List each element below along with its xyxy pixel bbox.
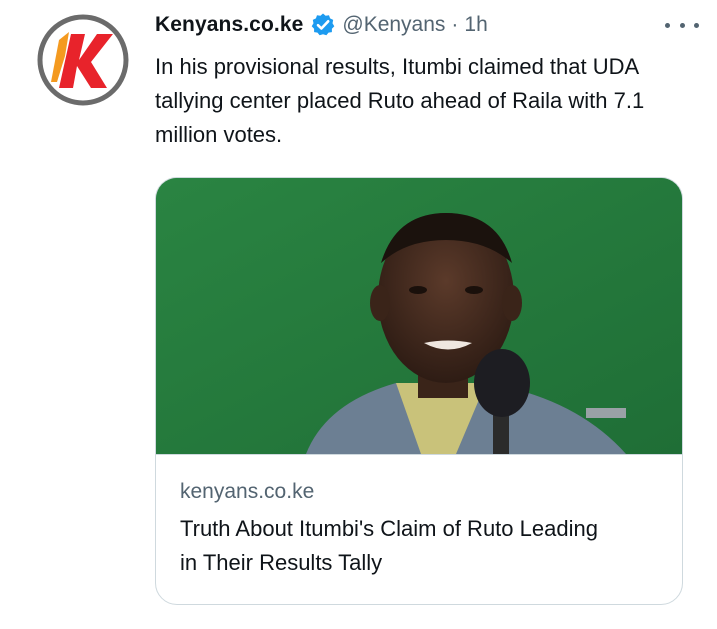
timestamp[interactable]: 1h [464, 13, 487, 37]
card-title[interactable]: Truth About Itumbi's Claim of Ruto Leadi… [180, 512, 620, 580]
link-card[interactable]: kenyans.co.ke Truth About Itumbi's Claim… [155, 177, 683, 605]
card-domain: kenyans.co.ke [180, 480, 315, 503]
verified-badge-icon [310, 12, 336, 38]
handle[interactable]: @Kenyans [342, 13, 445, 37]
tweet[interactable]: Kenyans.co.ke @Kenyans · 1h In his provi… [0, 0, 717, 629]
more-options-icon[interactable] [665, 14, 699, 36]
card-image [156, 178, 682, 455]
tweet-header: Kenyans.co.ke @Kenyans · 1h [155, 10, 488, 40]
kenyans-logo-icon [35, 12, 131, 108]
display-name[interactable]: Kenyans.co.ke [155, 13, 303, 37]
separator-dot: · [451, 13, 459, 36]
card-body: kenyans.co.ke Truth About Itumbi's Claim… [156, 455, 682, 580]
tweet-text: In his provisional results, Itumbi claim… [155, 54, 645, 147]
avatar[interactable] [35, 12, 131, 108]
